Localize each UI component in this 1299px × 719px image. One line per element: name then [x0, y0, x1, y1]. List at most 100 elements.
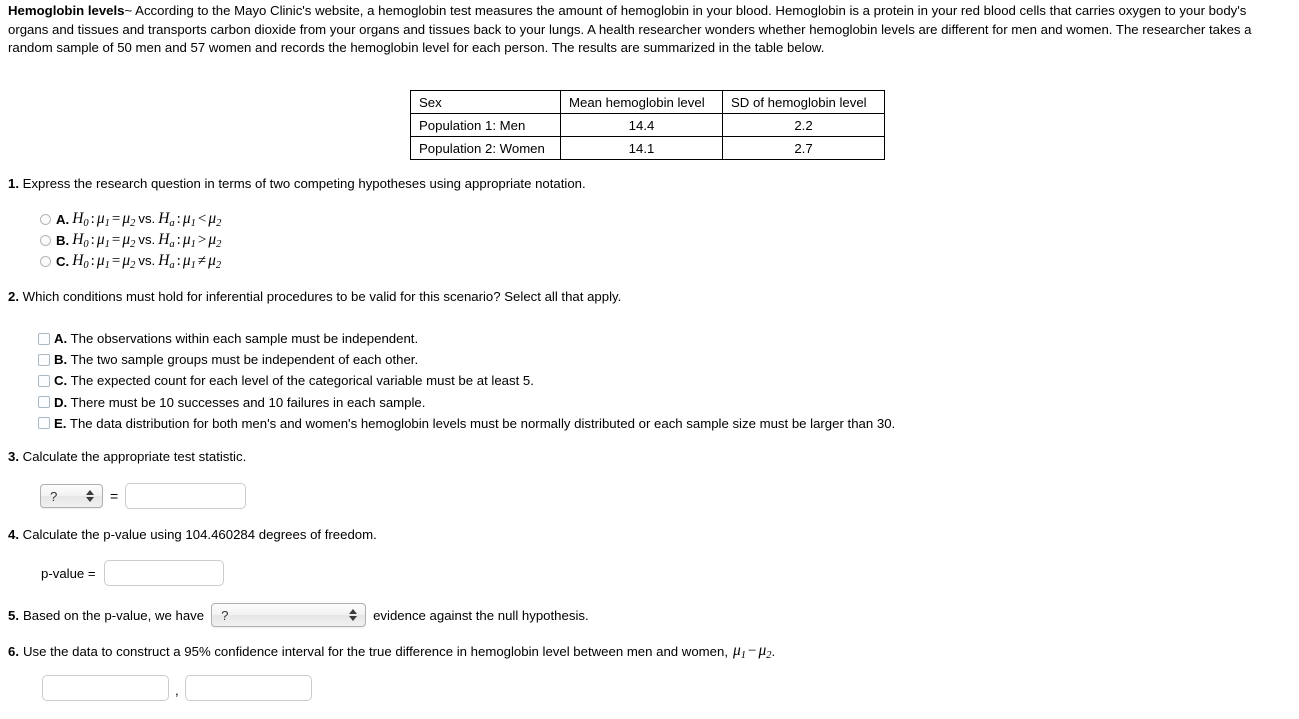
vs-text: vs. [138, 253, 156, 269]
evidence-strength-select[interactable]: ? [211, 603, 367, 627]
test-statistic-select[interactable]: ? [40, 484, 103, 508]
question-1-options: A. H0: μ1 = μ2 vs. Ha: μ1 < μ2 B. H0: μ1 = μ2 vs. Ha:… [40, 209, 221, 272]
checkbox-label: A. The observations within each sample m… [54, 331, 418, 346]
alt-subscript: a [169, 238, 175, 250]
question-4-prompt: 4. Calculate the p-value using 104.46028… [8, 527, 377, 542]
table-header-row: Sex Mean hemoglobin level SD of hemoglob… [410, 90, 885, 114]
checkbox-option-d[interactable]: D. There must be 10 successes and 10 fai… [38, 392, 895, 413]
arrow-up-icon[interactable] [86, 490, 94, 495]
question-2-prompt: 2. Which conditions must hold for infere… [8, 289, 621, 304]
question-5-text-after: evidence against the null hypothesis. [373, 607, 589, 623]
table-header-sex: Sex [410, 90, 561, 114]
question-1-prompt: 1. Express the research question in term… [8, 176, 586, 191]
test-statistic-input[interactable] [125, 483, 247, 509]
mu-2: μ [122, 252, 131, 270]
cell-sex-men: Population 1: Men [410, 113, 561, 137]
p-value-input[interactable] [103, 560, 224, 586]
stepper-arrows-icon[interactable] [349, 609, 358, 621]
cell-mean-women: 14.1 [560, 136, 723, 160]
null-symbol: H [72, 231, 84, 249]
alt-mu-2: μ [208, 210, 217, 228]
checkbox-icon[interactable] [38, 332, 50, 345]
cell-sex-women: Population 2: Women [410, 136, 561, 160]
ci-upper-bound-input[interactable] [184, 675, 312, 701]
alt-mu-2: μ [208, 231, 217, 249]
table-header-mean: Mean hemoglobin level [560, 90, 723, 114]
checkbox-option-a[interactable]: A. The observations within each sample m… [38, 328, 895, 349]
hypothesis-expression-a: H0: μ1 = μ2 vs. Ha: μ1 < μ2 [72, 210, 221, 229]
question-4-answer-row: p-value = [41, 560, 224, 586]
question-1-number: 1. [8, 176, 19, 191]
option-text: The data distribution for both men's and… [69, 415, 896, 431]
table-row: Population 1: Men 14.4 2.2 [410, 113, 885, 137]
cell-mean-men: 14.4 [560, 113, 723, 137]
p-value-label: p-value = [41, 565, 96, 581]
colon: : [176, 211, 181, 228]
table-header-sd: SD of hemoglobin level [722, 90, 885, 114]
option-text: There must be 10 successes and 10 failur… [70, 394, 426, 410]
radio-option-a[interactable]: A. H0: μ1 = μ2 vs. Ha: μ1 < μ2 [40, 209, 221, 230]
mu-1: μ [96, 252, 105, 270]
table-row: Population 2: Women 14.1 2.7 [410, 136, 885, 160]
question-3-prompt: 3. Calculate the appropriate test statis… [8, 449, 246, 464]
option-letter: A. [54, 331, 68, 347]
checkbox-icon[interactable] [38, 417, 50, 430]
alt-mu-1: μ [182, 231, 191, 249]
checkbox-icon[interactable] [38, 353, 50, 366]
alt-symbol: H [158, 252, 170, 270]
question-2-text: Which conditions must hold for inferenti… [22, 289, 622, 304]
question-6-answer-row: , [42, 675, 312, 701]
checkbox-option-e[interactable]: E. The data distribution for both men's … [38, 413, 895, 434]
checkbox-icon[interactable] [38, 396, 50, 409]
question-3-text: Calculate the appropriate test statistic… [22, 449, 247, 464]
radio-icon[interactable] [40, 256, 51, 267]
alt-symbol: H [158, 231, 170, 249]
null-subscript: 0 [83, 238, 89, 250]
radio-option-b[interactable]: B. H0: μ1 = μ2 vs. Ha: μ1 > μ2 [40, 230, 221, 251]
question-6-text: Use the data to construct a 95% confiden… [23, 643, 728, 659]
checkbox-icon[interactable] [38, 374, 50, 387]
radio-icon[interactable] [40, 214, 51, 225]
option-letter: B. [54, 352, 68, 368]
question-6-prompt: 6. Use the data to construct a 95% confi… [8, 642, 775, 661]
arrow-down-icon[interactable] [86, 497, 94, 502]
arrow-up-icon[interactable] [349, 609, 358, 614]
null-symbol: H [72, 252, 84, 270]
vs-text: vs. [138, 211, 156, 227]
arrow-down-icon[interactable] [349, 616, 358, 621]
minus-sign: − [748, 643, 757, 659]
cell-sd-men: 2.2 [722, 113, 885, 137]
equals-sign: = [110, 488, 119, 504]
cell-sd-women: 2.7 [722, 136, 885, 160]
checkbox-option-b[interactable]: B. The two sample groups must be indepen… [38, 349, 895, 370]
summary-table: Sex Mean hemoglobin level SD of hemoglob… [410, 90, 885, 160]
colon: : [90, 211, 95, 228]
problem-body: According to the Mayo Clinic's website, … [8, 3, 1252, 55]
checkbox-label: C. The expected count for each level of … [54, 373, 534, 388]
question-2-options: A. The observations within each sample m… [38, 328, 895, 434]
alt-mu-1: μ [182, 210, 191, 228]
alt-subscript: a [169, 259, 175, 271]
checkbox-option-c[interactable]: C. The expected count for each level of … [38, 370, 895, 391]
radio-option-c[interactable]: C. H0: μ1 = μ2 vs. Ha: μ1 ≠ μ2 [40, 251, 221, 272]
hypothesis-expression-b: H0: μ1 = μ2 vs. Ha: μ1 > μ2 [72, 231, 221, 250]
period: . [771, 643, 776, 659]
relation-sign: ≠ [197, 253, 207, 270]
option-letter: B. [56, 233, 70, 248]
relation-sign: > [197, 232, 207, 249]
hypothesis-expression-c: H0: μ1 = μ2 vs. Ha: μ1 ≠ μ2 [72, 252, 221, 271]
null-symbol: H [72, 210, 84, 228]
test-statistic-select-value: ? [50, 488, 58, 504]
stepper-arrows-icon[interactable] [86, 490, 94, 502]
option-letter: C. [56, 254, 70, 269]
ci-parameter-expression: μ1− μ2 [733, 642, 772, 661]
mu-1: μ [96, 210, 105, 228]
ci-lower-bound-input[interactable] [42, 675, 169, 701]
problem-intro: Hemoglobin levels~ According to the Mayo… [8, 2, 1280, 58]
mu-1: μ [732, 642, 741, 659]
mu-2: μ [122, 231, 131, 249]
checkbox-label: B. The two sample groups must be indepen… [54, 352, 418, 367]
option-text: The expected count for each level of the… [70, 373, 534, 389]
radio-icon[interactable] [40, 235, 51, 246]
option-letter: E. [54, 415, 67, 431]
